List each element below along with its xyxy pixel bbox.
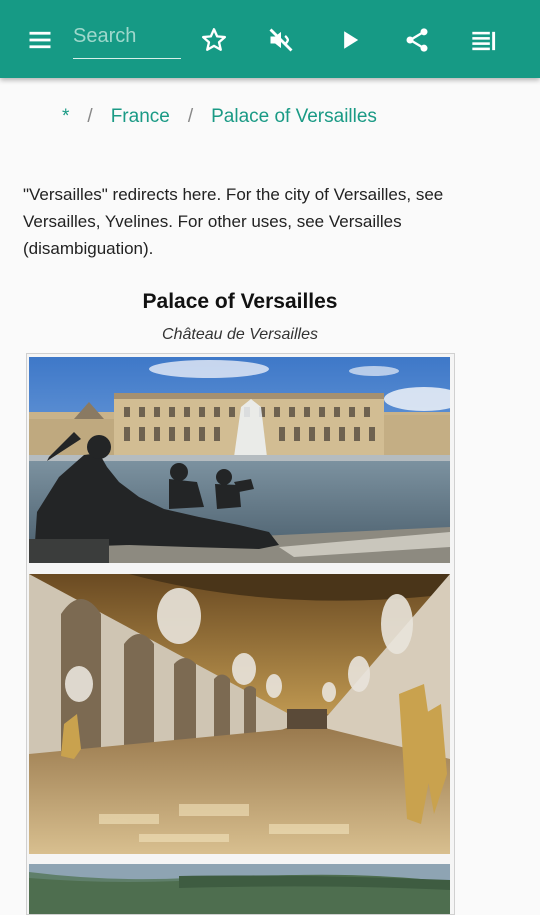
play-icon[interactable] (332, 22, 368, 58)
breadcrumb: * / France / Palace of Versailles (62, 106, 377, 128)
breadcrumb-separator: / (87, 106, 93, 127)
hatnote: "Versailles" redirects here. For the cit… (23, 185, 444, 258)
breadcrumb-item-france[interactable]: France (111, 106, 170, 128)
share-icon[interactable] (399, 22, 435, 58)
breadcrumb-item-palace-of-versailles[interactable]: Palace of Versailles (211, 106, 377, 128)
search-input[interactable] (73, 18, 181, 54)
gardens-image[interactable] (29, 864, 450, 914)
list-icon[interactable] (466, 22, 502, 58)
infobox (26, 353, 455, 915)
infobox-title: Palace of Versailles (142, 290, 338, 313)
search-field (73, 18, 181, 59)
volume-off-icon[interactable] (263, 22, 299, 58)
hall-of-mirrors-image[interactable] (29, 574, 450, 854)
app-toolbar (0, 0, 540, 78)
menu-icon[interactable] (22, 22, 58, 58)
breadcrumb-separator: / (187, 106, 194, 127)
star-icon[interactable] (196, 22, 232, 58)
breadcrumb-home[interactable]: * (62, 106, 69, 128)
infobox-subtitle: Château de Versailles (162, 326, 318, 343)
palace-exterior-image[interactable] (29, 357, 450, 563)
